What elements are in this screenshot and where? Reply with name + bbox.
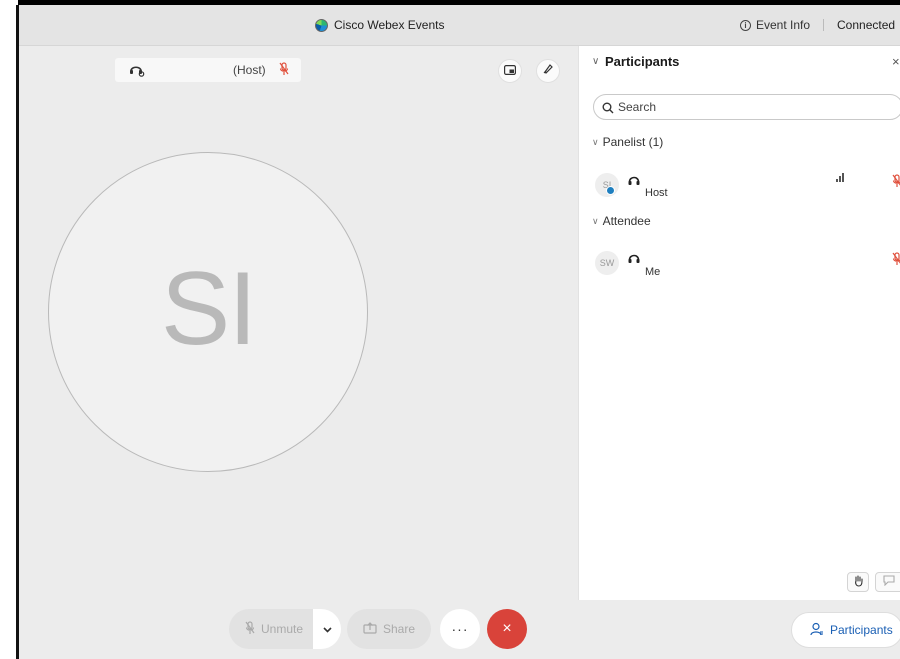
headset-icon (628, 252, 640, 270)
connection-status: Connected (837, 18, 896, 32)
muted-mic-icon[interactable] (892, 174, 900, 193)
participants-icon (810, 622, 824, 639)
muted-mic-icon (245, 620, 255, 638)
participant-role: Host (645, 187, 668, 199)
headset-icon (129, 63, 145, 80)
unmute-label: Unmute (261, 622, 304, 636)
chat-icon (883, 575, 897, 589)
share-icon (363, 621, 377, 637)
participants-button[interactable]: Participants (791, 612, 900, 648)
pin-icon (542, 62, 554, 80)
participant-role: Me (645, 266, 661, 278)
meeting-controls: Unmute Share ··· × Participants (19, 601, 900, 659)
collapse-panel-icon[interactable]: ∨ (592, 56, 599, 67)
muted-mic-icon[interactable] (892, 252, 900, 271)
panelist-section-label: Panelist (1) (602, 135, 664, 149)
avatar-initials: SW (599, 258, 615, 268)
attendee-section-label: Attendee (602, 214, 651, 228)
pip-icon (504, 62, 517, 80)
app-title-text: Cisco Webex Events (334, 18, 445, 32)
event-info-label: Event Info (756, 18, 811, 32)
video-stage: (Host) SI (19, 46, 577, 601)
titlebar-divider (823, 19, 824, 31)
reactions-button[interactable] (875, 572, 900, 592)
event-info-button[interactable]: i Event Info (740, 18, 810, 32)
search-icon (602, 101, 614, 119)
participants-button-label: Participants (830, 623, 893, 637)
participants-panel: ∨ Participants × Search ∨ Panelist (1) S… (578, 46, 900, 600)
speaker-avatar-initials: SI (160, 250, 257, 367)
picture-in-picture-button[interactable] (498, 59, 522, 83)
share-button[interactable]: Share (347, 609, 431, 649)
audio-options-dropdown[interactable] (313, 609, 341, 649)
avatar: SW (595, 251, 619, 275)
chevron-down-icon: ∨ (592, 136, 599, 147)
panelist-section-header[interactable]: ∨ Panelist (1) (592, 135, 663, 149)
muted-mic-icon (279, 62, 289, 79)
attendee-section-header[interactable]: ∨ Attendee (592, 214, 651, 228)
search-input[interactable]: Search (593, 94, 900, 120)
layout-button[interactable] (536, 59, 560, 83)
close-panel-icon[interactable]: × (892, 54, 900, 69)
title-bar: Cisco Webex Events i Event Info Connecte… (19, 5, 900, 46)
raise-hand-button[interactable] (847, 572, 869, 592)
search-placeholder: Search (618, 100, 657, 114)
panel-title: Participants (605, 54, 680, 69)
chevron-down-icon: ∨ (592, 215, 599, 226)
headset-icon (628, 174, 640, 192)
webex-logo-icon (315, 18, 328, 32)
info-icon: i (740, 19, 751, 31)
webex-window: Cisco Webex Events i Event Info Connecte… (19, 5, 900, 659)
host-role-label: (Host) (233, 63, 266, 77)
raise-hand-icon (853, 574, 864, 590)
app-title: Cisco Webex Events (315, 18, 445, 32)
signal-strength-icon (836, 173, 844, 182)
active-speaker-label: (Host) (115, 58, 301, 82)
more-options-button[interactable]: ··· (440, 609, 480, 649)
close-icon: × (502, 620, 512, 637)
share-label: Share (383, 622, 416, 636)
leave-button[interactable]: × (487, 609, 527, 649)
speaker-avatar: SI (48, 152, 368, 472)
chevron-down-icon (322, 620, 332, 638)
webex-status-icon (606, 186, 615, 195)
more-icon: ··· (451, 621, 469, 637)
